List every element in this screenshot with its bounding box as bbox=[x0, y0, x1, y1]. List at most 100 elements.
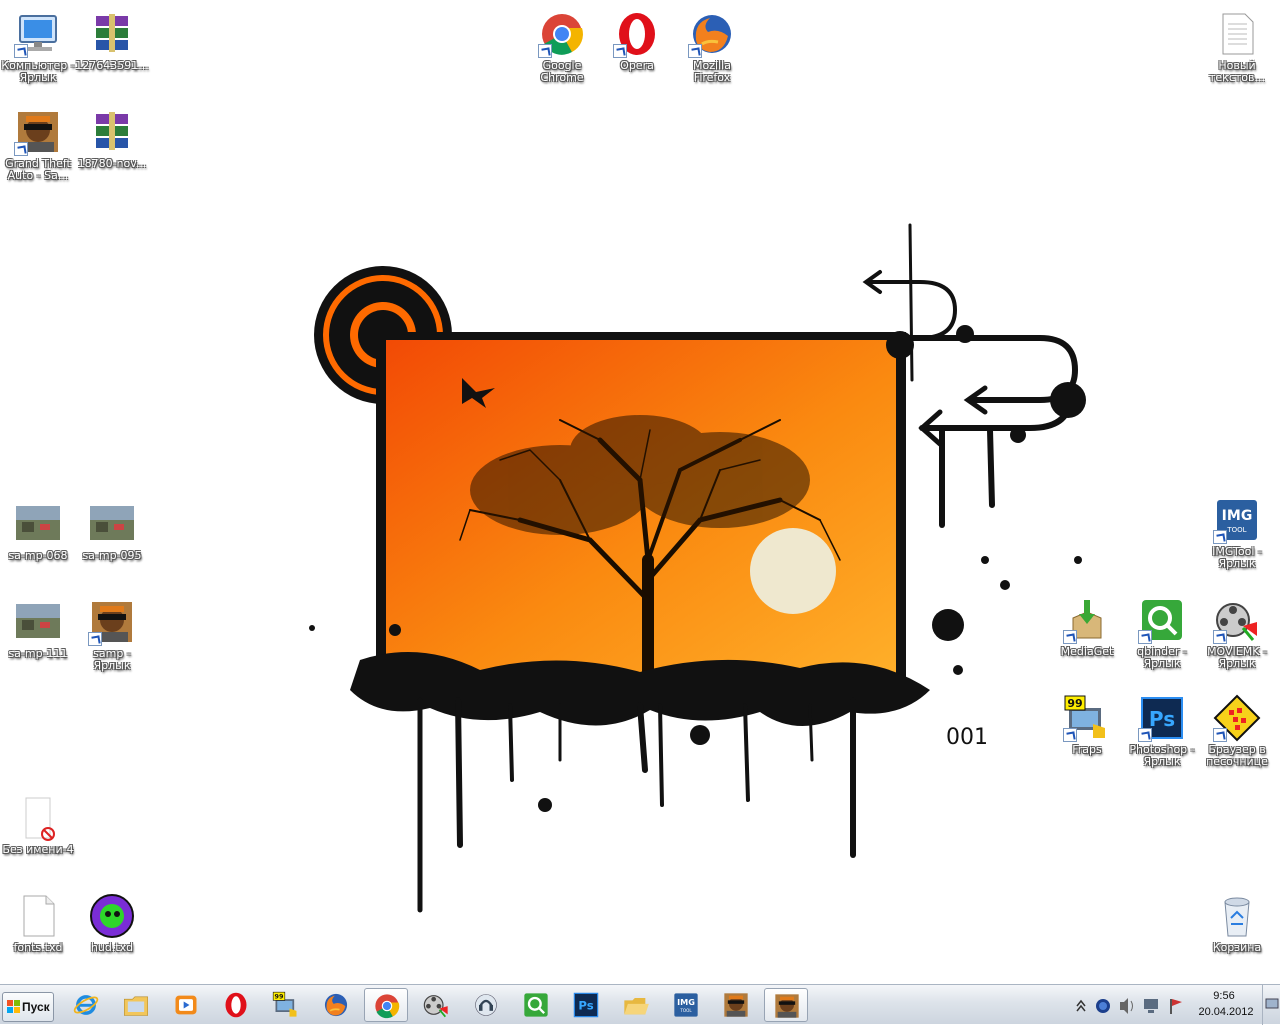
taskbar-button-teamspeak[interactable] bbox=[464, 988, 508, 1022]
shortcut-arrow-icon bbox=[688, 44, 702, 58]
desktop-icon-photoshop[interactable]: Ps Photoshop - Ярлык bbox=[1124, 688, 1200, 778]
show-hidden-icons-icon[interactable] bbox=[1076, 999, 1086, 1012]
movie-maker-icon bbox=[423, 995, 448, 1018]
volume-icon[interactable] bbox=[1120, 998, 1133, 1014]
samp-icon bbox=[88, 598, 136, 646]
desktop-icon-fonts[interactable]: fonts.txd bbox=[0, 886, 76, 976]
desktop-icon-firefox[interactable]: Mozilla Firefox bbox=[674, 4, 750, 94]
shortcut-arrow-icon bbox=[538, 44, 552, 58]
mediaget-icon bbox=[1063, 596, 1111, 644]
fraps-icon: 99 bbox=[1063, 694, 1111, 742]
svg-text:TOOL: TOOL bbox=[679, 1008, 692, 1013]
shortcut-arrow-icon bbox=[1213, 728, 1227, 742]
firefox-icon bbox=[324, 993, 348, 1017]
desktop-icon-label: Photoshop - Ярлык bbox=[1129, 743, 1195, 768]
desktop-icon-rar2[interactable]: 18780-nov... bbox=[74, 102, 150, 192]
taskbar-button-folder-open[interactable] bbox=[614, 988, 658, 1022]
internet-explorer-icon bbox=[73, 995, 99, 1015]
desktop-icon-recycle[interactable]: Корзина bbox=[1199, 886, 1275, 976]
desktop-icon-label: Opera bbox=[620, 59, 654, 72]
desktop-icon-newtext[interactable]: Новый текстов... bbox=[1199, 4, 1275, 94]
screenshot-thumbnail-icon bbox=[88, 500, 136, 548]
network-tray-icon[interactable] bbox=[1096, 999, 1110, 1013]
clock-date[interactable]: 20.04.2012 bbox=[1194, 1006, 1258, 1018]
start-button[interactable]: Пуск bbox=[2, 992, 54, 1022]
folder-open-icon bbox=[624, 998, 649, 1015]
svg-text:Ps: Ps bbox=[1149, 707, 1175, 731]
desktop-icon-sandbox[interactable]: Браузер в песочнице bbox=[1199, 688, 1275, 778]
desktop-icon-label: Grand Theft Auto - Sa... bbox=[5, 157, 71, 182]
desktop-icon-gta[interactable]: Grand Theft Auto - Sa... bbox=[0, 102, 76, 192]
wallpaper-orange-tree: 001 bbox=[309, 223, 1086, 913]
desktop: 001 Компьютер - Ярлык 127643591... Google … bbox=[0, 0, 1280, 984]
desktop-icon-opera[interactable]: Opera bbox=[599, 4, 675, 94]
svg-text:Ps: Ps bbox=[578, 999, 593, 1013]
taskbar-button-media-player[interactable] bbox=[164, 988, 208, 1022]
desktop-icon-qbinder[interactable]: qbinder - Ярлык bbox=[1124, 590, 1200, 680]
desktop-icon-label: hud.txd bbox=[90, 941, 134, 954]
shortcut-arrow-icon bbox=[1063, 630, 1077, 644]
taskbar-button-explorer-folder[interactable] bbox=[114, 988, 158, 1022]
desktop-icon-label: MOVIEMK - Ярлык bbox=[1207, 645, 1267, 670]
taskbar-button-photoshop[interactable]: Ps bbox=[564, 988, 608, 1022]
blank-file-icon bbox=[14, 892, 62, 940]
fraps-icon: 99 bbox=[272, 991, 297, 1017]
taskbar-button-imgtool[interactable]: IMG TOOL bbox=[664, 988, 708, 1022]
desktop-icon-label: Google Chrome bbox=[540, 59, 584, 84]
opera-icon bbox=[613, 10, 661, 58]
desktop-icon-label: 127643591... bbox=[75, 59, 149, 72]
winrar-archive-icon bbox=[88, 108, 136, 156]
start-label: Пуск bbox=[22, 1000, 50, 1014]
desktop-icon-label: Без имени-4 bbox=[2, 843, 74, 856]
svg-text:IMG: IMG bbox=[677, 997, 695, 1007]
clock-time[interactable]: 9:56 bbox=[1200, 990, 1248, 1002]
desktop-icon-label: MediaGet bbox=[1060, 645, 1114, 658]
qbinder-icon bbox=[1138, 596, 1186, 644]
teamspeak-icon bbox=[475, 994, 497, 1016]
desktop-icon-moviemk[interactable]: MOVIEMK - Ярлык bbox=[1199, 590, 1275, 680]
taskbar-button-samp[interactable] bbox=[714, 988, 758, 1022]
desktop-icon-samp095[interactable]: sa-mp-095 bbox=[74, 494, 150, 584]
taskbar-button-opera[interactable] bbox=[214, 988, 258, 1022]
taskbar-button-fraps[interactable]: 99 bbox=[264, 988, 308, 1022]
desktop-icon-label: Mozilla Firefox bbox=[693, 59, 731, 84]
chrome-icon bbox=[375, 994, 400, 1019]
sandboxie-icon bbox=[1213, 694, 1261, 742]
qbinder-icon bbox=[524, 993, 548, 1017]
desktop-icon-rar1[interactable]: 127643591... bbox=[74, 4, 150, 94]
shortcut-arrow-icon bbox=[1138, 630, 1152, 644]
shortcut-arrow-icon bbox=[14, 44, 28, 58]
desktop-icon-label: IMGTool - Ярлык bbox=[1212, 545, 1262, 570]
media-player-icon bbox=[175, 995, 197, 1015]
desktop-icon-samp[interactable]: samp - Ярлык bbox=[74, 592, 150, 682]
show-desktop-button[interactable] bbox=[1262, 985, 1280, 1025]
chrome-icon bbox=[538, 10, 586, 58]
photoshop-icon: Ps bbox=[1138, 694, 1186, 742]
gta-sa-icon bbox=[14, 108, 62, 156]
taskbar-button-chrome[interactable] bbox=[364, 988, 408, 1022]
flag-tray-icon[interactable] bbox=[1170, 999, 1182, 1014]
desktop-icon-chrome[interactable]: Google Chrome bbox=[524, 4, 600, 94]
recycle-bin-icon bbox=[1213, 892, 1261, 940]
desktop-icon-mediaget[interactable]: MediaGet bbox=[1049, 590, 1125, 680]
taskbar-button-firefox[interactable] bbox=[314, 988, 358, 1022]
taskbar-button-gta-sa[interactable] bbox=[764, 988, 808, 1022]
taskbar-button-movie-maker[interactable] bbox=[414, 988, 458, 1022]
shortcut-arrow-icon bbox=[1138, 728, 1152, 742]
screenshot-thumbnail-icon bbox=[14, 500, 62, 548]
desktop-icon-fraps[interactable]: 99 Fraps bbox=[1049, 688, 1125, 778]
desktop-icon-samp068[interactable]: sa-mp-068 bbox=[0, 494, 76, 584]
desktop-icon-label: samp - Ярлык bbox=[93, 647, 131, 672]
taskbar-button-internet-explorer[interactable] bbox=[64, 988, 108, 1022]
monitor-tray-icon[interactable] bbox=[1144, 999, 1158, 1013]
opera-icon bbox=[225, 992, 247, 1018]
taskbar-button-qbinder[interactable] bbox=[514, 988, 558, 1022]
desktop-icon-computer[interactable]: Компьютер - Ярлык bbox=[0, 4, 76, 94]
desktop-icon-samp111[interactable]: sa-mp-111 bbox=[0, 592, 76, 682]
desktop-icon-imgtool[interactable]: IMG TOOL IMGTool - Ярлык bbox=[1199, 490, 1275, 580]
shortcut-arrow-icon bbox=[88, 632, 102, 646]
desktop-icon-label: fonts.txd bbox=[13, 941, 63, 954]
desktop-icon-bezimeni[interactable]: Без имени-4 bbox=[0, 788, 76, 878]
desktop-icon-hud[interactable]: hud.txd bbox=[74, 886, 150, 976]
windows-flag-icon bbox=[7, 1000, 20, 1013]
